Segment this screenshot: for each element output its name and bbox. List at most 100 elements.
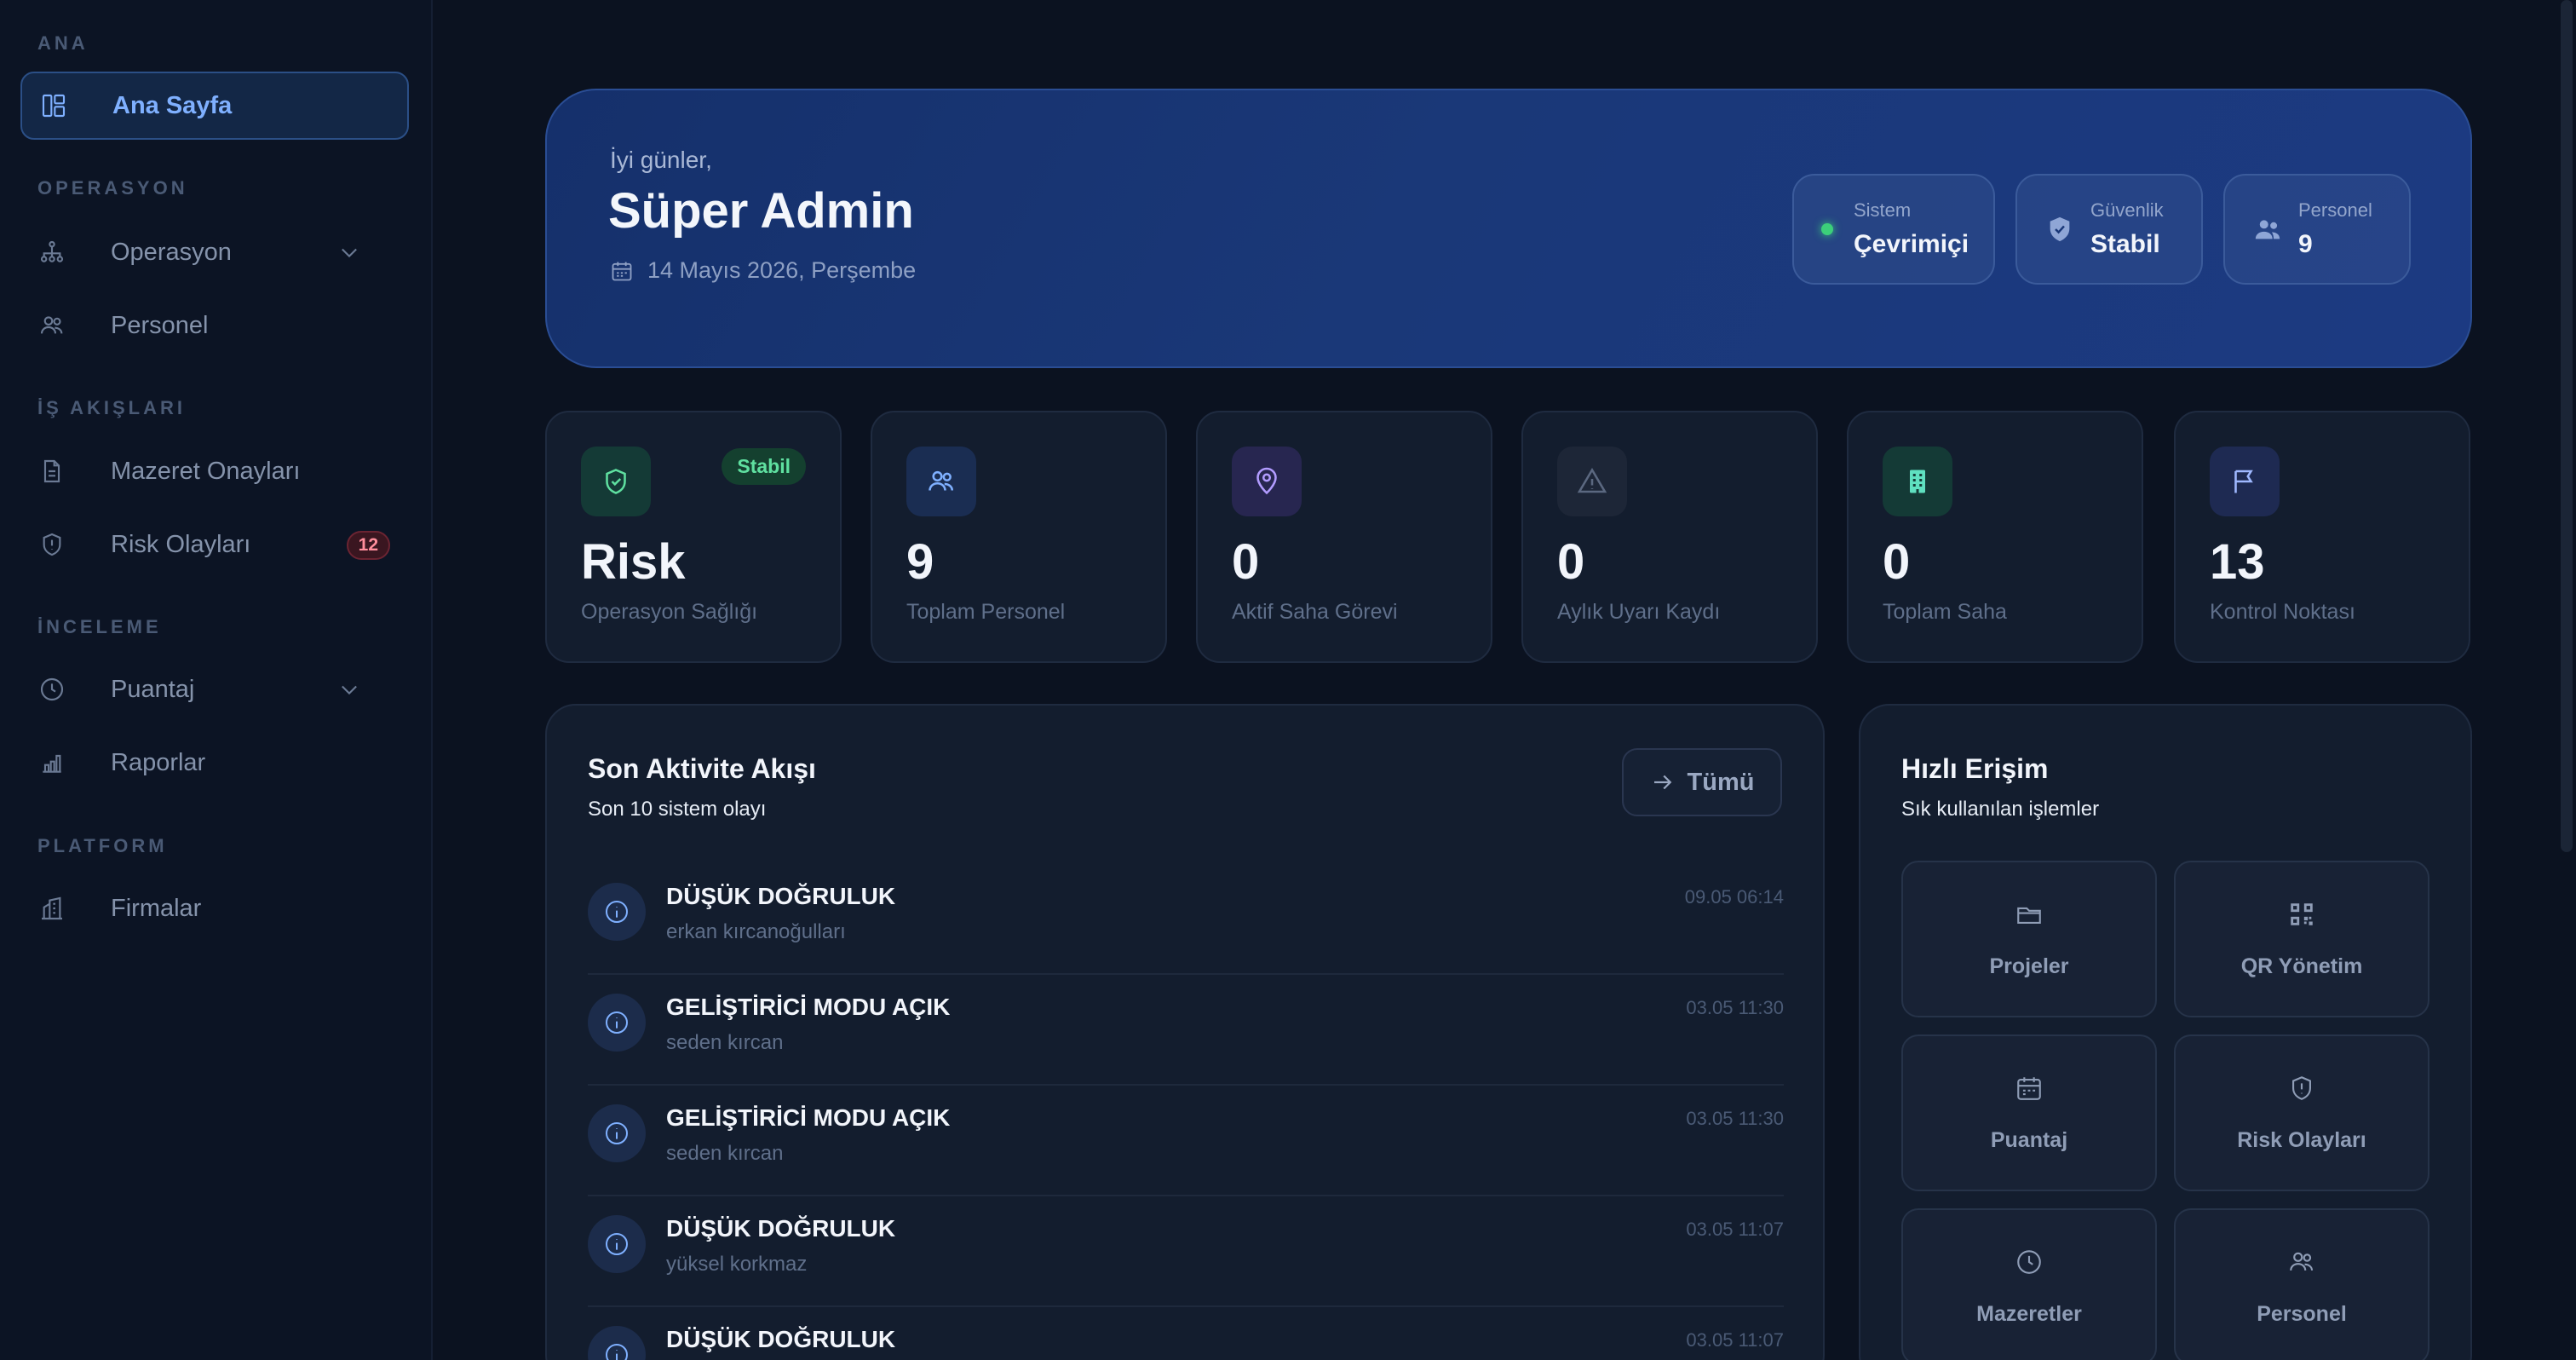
pill-label: Güvenlik bbox=[2090, 199, 2164, 221]
activity-row[interactable]: GELİŞTİRİCİ MODU AÇIK seden kırcan 03.05… bbox=[588, 975, 1784, 1086]
sidebar-item-label: Mazeret Onayları bbox=[111, 457, 301, 485]
activity-title: GELİŞTİRİCİ MODU AÇIK bbox=[666, 994, 951, 1020]
stat-label: Toplam Personel bbox=[906, 600, 1066, 624]
sidebar-item-label: Personel bbox=[111, 311, 209, 339]
users-icon bbox=[906, 447, 976, 516]
quick-qr-button[interactable]: QR Yönetim bbox=[2174, 861, 2429, 1017]
activity-row[interactable]: DÜŞÜK DOĞRULUK yüksel korkmaz 03.05 11:0… bbox=[588, 1196, 1784, 1307]
stat-card-saha-gorevi[interactable]: 0 Aktif Saha Görevi bbox=[1196, 411, 1492, 663]
folder-icon bbox=[2017, 907, 2041, 924]
pill-value: Çevrimiçi bbox=[1854, 230, 1969, 258]
info-icon bbox=[588, 1215, 646, 1273]
stat-value: Risk bbox=[581, 534, 686, 590]
sidebar-item-ana-sayfa[interactable]: Ana Sayfa bbox=[20, 72, 409, 140]
sidebar-item-mazeret[interactable]: Mazeret Onayları bbox=[20, 437, 409, 505]
activity-time: 03.05 11:30 bbox=[1686, 997, 1784, 1018]
activity-title: GELİŞTİRİCİ MODU AÇIK bbox=[666, 1104, 951, 1131]
stat-label: Operasyon Sağlığı bbox=[581, 600, 758, 624]
quick-label: Mazeretler bbox=[1976, 1301, 2082, 1326]
activity-row[interactable]: GELİŞTİRİCİ MODU AÇIK seden kırcan 03.05… bbox=[588, 1086, 1784, 1196]
sidebar-item-raporlar[interactable]: Raporlar bbox=[20, 729, 409, 797]
section-platform: PLATFORM bbox=[37, 835, 168, 856]
date-text: 14 Mayıs 2026, Perşembe bbox=[647, 257, 917, 283]
activity-row[interactable]: DÜŞÜK DOĞRULUK 03.05 11:07 bbox=[588, 1307, 1784, 1360]
activity-panel: Son Aktivite Akışı Son 10 sistem olayı T… bbox=[545, 704, 1825, 1360]
activity-time: 03.05 11:30 bbox=[1686, 1108, 1784, 1129]
activity-title: DÜŞÜK DOĞRULUK bbox=[666, 883, 896, 909]
stat-card-risk[interactable]: Stabil Risk Operasyon Sağlığı bbox=[545, 411, 842, 663]
section-ana: ANA bbox=[37, 32, 89, 54]
quick-mazeretler-button[interactable]: Mazeretler bbox=[1901, 1208, 2157, 1360]
risk-count-badge: 12 bbox=[346, 531, 390, 560]
clock-icon bbox=[37, 675, 66, 704]
stat-label: Aylık Uyarı Kaydı bbox=[1557, 600, 1721, 624]
chevron-down-icon bbox=[342, 248, 357, 258]
quick-risk-button[interactable]: Risk Olayları bbox=[2174, 1034, 2429, 1191]
stat-value: 0 bbox=[1883, 534, 1911, 590]
view-all-label: Tümü bbox=[1687, 768, 1755, 796]
flag-icon bbox=[2210, 447, 2280, 516]
activity-user: seden kırcan bbox=[666, 1142, 784, 1165]
stat-value: 13 bbox=[2210, 534, 2265, 590]
section-inceleme: İNCELEME bbox=[37, 616, 162, 637]
stat-card-uyari[interactable]: 0 Aylık Uyarı Kaydı bbox=[1521, 411, 1818, 663]
bar-chart-icon bbox=[37, 748, 66, 777]
staff-count-pill: Personel 9 bbox=[2223, 174, 2411, 285]
stat-card-personel[interactable]: 9 Toplam Personel bbox=[871, 411, 1167, 663]
stat-value: 0 bbox=[1557, 534, 1585, 590]
current-date: 14 Mayıs 2026, Perşembe bbox=[610, 257, 916, 284]
stat-label: Aktif Saha Görevi bbox=[1232, 600, 1398, 624]
activity-row[interactable]: DÜŞÜK DOĞRULUK erkan kırcanoğulları 09.0… bbox=[588, 864, 1784, 975]
quick-projeler-button[interactable]: Projeler bbox=[1901, 861, 2157, 1017]
sidebar-item-label: Risk Olayları bbox=[111, 530, 251, 558]
sidebar: ANA Ana Sayfa OPERASYON Operasyon Person… bbox=[0, 0, 433, 1360]
qr-code-icon bbox=[2291, 902, 2313, 925]
pill-value: Stabil bbox=[2090, 230, 2160, 258]
stat-label: Toplam Saha bbox=[1883, 600, 2007, 624]
building-icon bbox=[37, 894, 66, 923]
info-icon bbox=[588, 994, 646, 1052]
quick-label: Risk Olayları bbox=[2237, 1127, 2366, 1152]
section-operasyon: OPERASYON bbox=[37, 177, 188, 199]
quick-label: QR Yönetim bbox=[2240, 954, 2363, 978]
activity-title: DÜŞÜK DOĞRULUK bbox=[666, 1326, 896, 1352]
stat-card-kontrol[interactable]: 13 Kontrol Noktası bbox=[2174, 411, 2470, 663]
sidebar-item-puantaj[interactable]: Puantaj bbox=[20, 655, 409, 723]
stat-card-saha[interactable]: 0 Toplam Saha bbox=[1847, 411, 2143, 663]
shield-alert-icon bbox=[2292, 1075, 2311, 1100]
info-icon bbox=[588, 1326, 646, 1360]
security-status-pill: Güvenlik Stabil bbox=[2015, 174, 2203, 285]
view-all-button[interactable]: Tümü bbox=[1622, 748, 1782, 816]
info-icon bbox=[588, 883, 646, 941]
quick-subtitle: Sık kullanılan işlemler bbox=[1901, 798, 2100, 821]
activity-user: seden kırcan bbox=[666, 1031, 784, 1054]
quick-label: Projeler bbox=[1989, 954, 2069, 978]
page-scrollbar[interactable] bbox=[2561, 0, 2573, 852]
activity-time: 09.05 06:14 bbox=[1684, 886, 1784, 908]
quick-label: Puantaj bbox=[1990, 1127, 2068, 1152]
sidebar-item-firmalar[interactable]: Firmalar bbox=[20, 874, 409, 942]
chevron-down-icon bbox=[342, 685, 357, 695]
shield-check-icon bbox=[2044, 214, 2075, 245]
activity-title: DÜŞÜK DOĞRULUK bbox=[666, 1215, 896, 1242]
sidebar-item-label: Operasyon bbox=[111, 238, 232, 266]
activity-time: 03.05 11:07 bbox=[1686, 1329, 1784, 1351]
quick-access-panel: Hızlı Erişim Sık kullanılan işlemler Pro… bbox=[1859, 704, 2472, 1360]
sidebar-item-personel[interactable]: Personel bbox=[20, 291, 409, 360]
quick-personel-button[interactable]: Personel bbox=[2174, 1208, 2429, 1360]
hierarchy-icon bbox=[37, 238, 66, 267]
sidebar-item-operasyon[interactable]: Operasyon bbox=[20, 218, 409, 286]
activity-subtitle: Son 10 sistem olayı bbox=[588, 798, 767, 821]
users-icon bbox=[2290, 1252, 2314, 1271]
sidebar-item-label: Ana Sayfa bbox=[112, 91, 233, 119]
pill-label: Personel bbox=[2298, 199, 2372, 221]
sidebar-item-risk[interactable]: Risk Olayları 12 bbox=[20, 510, 409, 579]
quick-label: Personel bbox=[2257, 1301, 2347, 1326]
online-dot-icon bbox=[1821, 223, 1833, 235]
building-icon bbox=[1883, 447, 1952, 516]
system-status-pill: Sistem Çevrimiçi bbox=[1792, 174, 1995, 285]
users-icon bbox=[2252, 214, 2283, 245]
stat-value: 0 bbox=[1232, 534, 1260, 590]
activity-user: erkan kırcanoğulları bbox=[666, 920, 846, 943]
quick-puantaj-button[interactable]: Puantaj bbox=[1901, 1034, 2157, 1191]
